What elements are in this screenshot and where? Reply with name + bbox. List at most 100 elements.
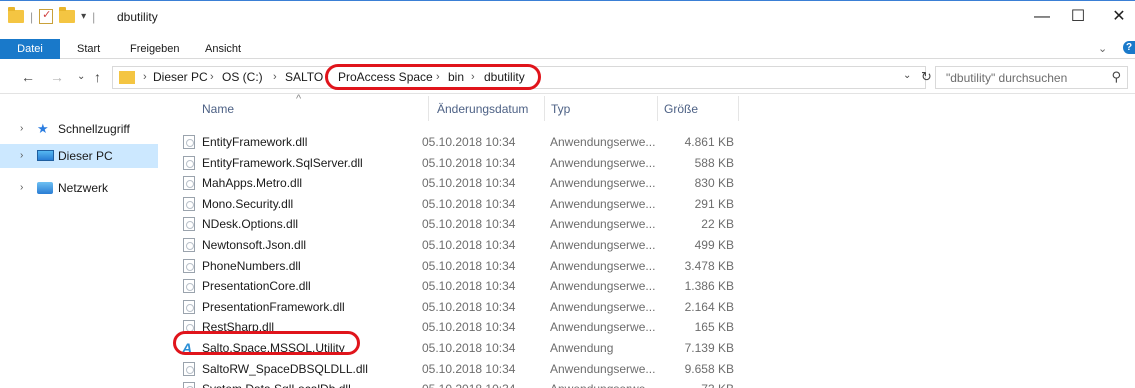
- up-button[interactable]: ↑: [94, 69, 101, 85]
- table-row[interactable]: PresentationFramework.dll 05.10.2018 10:3…: [180, 297, 740, 317]
- annotation-highlight-file: [173, 331, 360, 355]
- computer-icon: [37, 150, 54, 161]
- file-name: Newtonsoft.Json.dll: [202, 238, 307, 252]
- column-header-name[interactable]: Name: [202, 102, 234, 116]
- annotation-highlight-path: [325, 64, 541, 90]
- table-row[interactable]: SaltoRW_SpaceDBSQLDLL.dll 05.10.2018 10:3…: [180, 359, 740, 379]
- file-size: 830 KB: [694, 176, 734, 190]
- file-date: 05.10.2018 10:34: [422, 176, 516, 190]
- file-size: 1.386 KB: [684, 279, 734, 293]
- dll-file-icon: [183, 135, 195, 149]
- dll-file-icon: [183, 156, 195, 170]
- file-name: SaltoRW_SpaceDBSQLDLL.dll: [202, 362, 368, 376]
- address-toolbar: ← → ⌄ ↑ › Dieser PC › OS (C:) › SALTO › …: [0, 60, 1135, 94]
- sidebar-item-label: Schnellzugriff: [58, 122, 130, 136]
- sidebar-item-quick-access[interactable]: › ★ Schnellzugriff: [0, 117, 158, 141]
- file-name: MahApps.Metro.dll: [202, 176, 303, 190]
- sidebar-item-label: Netzwerk: [58, 181, 109, 195]
- table-row[interactable]: Newtonsoft.Json.dll 05.10.2018 10:34 Anwen…: [180, 235, 740, 255]
- title-bar: | ▾ | dbutility — ☐ ✕: [0, 0, 1135, 32]
- table-row[interactable]: PresentationCore.dll 05.10.2018 10:34 Anwe…: [180, 276, 740, 296]
- folder-icon: [8, 7, 24, 23]
- file-name: System.Data.SqlLocalDb.dll: [202, 382, 351, 388]
- close-button[interactable]: ✕: [1096, 1, 1135, 33]
- new-folder-icon[interactable]: [59, 7, 76, 23]
- customize-toolbar-chevron-icon[interactable]: ▾: [81, 11, 86, 22]
- toolbar-separator: |: [92, 9, 96, 24]
- sidebar-item-this-pc[interactable]: › Dieser PC: [0, 144, 158, 168]
- refresh-icon[interactable]: ↻: [921, 69, 932, 85]
- expand-chevron-icon[interactable]: ›: [20, 117, 23, 141]
- dll-file-icon: [183, 382, 195, 388]
- dll-file-icon: [183, 238, 195, 252]
- breadcrumb-separator[interactable]: ›: [273, 70, 277, 85]
- file-date: 05.10.2018 10:34: [422, 279, 516, 293]
- star-icon: ★: [37, 121, 49, 136]
- ribbon-expand-chevron-icon[interactable]: ⌄: [1098, 42, 1107, 55]
- tab-start[interactable]: Start: [68, 39, 109, 59]
- sidebar-item-network[interactable]: › Netzwerk: [0, 176, 158, 200]
- column-header-size[interactable]: Größe: [664, 102, 698, 116]
- back-button[interactable]: ←: [21, 69, 35, 85]
- table-row[interactable]: Mono.Security.dll 05.10.2018 10:34 Anwendu…: [180, 194, 740, 214]
- navigation-pane: › ★ Schnellzugriff › Dieser PC › Netzwer…: [0, 95, 168, 388]
- forward-button[interactable]: →: [50, 69, 64, 85]
- maximize-button[interactable]: ☐: [1055, 1, 1101, 33]
- file-name: EntityFramework.SqlServer.dll: [202, 156, 363, 170]
- recent-locations-chevron-icon[interactable]: ⌄: [77, 71, 85, 82]
- breadcrumb-separator[interactable]: ›: [143, 70, 147, 85]
- file-type: Anwendungserwe...: [550, 259, 656, 273]
- column-header-date[interactable]: Änderungsdatum: [437, 102, 528, 116]
- file-type: Anwendungserwe...: [550, 135, 656, 149]
- tab-share[interactable]: Freigeben: [121, 39, 189, 59]
- help-icon[interactable]: ?: [1123, 41, 1135, 54]
- table-row[interactable]: EntityFramework.dll 05.10.2018 10:34 Anwen…: [180, 132, 740, 152]
- expand-chevron-icon[interactable]: ›: [20, 176, 23, 200]
- column-divider[interactable]: [428, 96, 429, 121]
- dll-file-icon: [183, 279, 195, 293]
- column-divider[interactable]: [657, 96, 658, 121]
- breadcrumb-separator[interactable]: ›: [210, 70, 214, 85]
- file-type: Anwendungserwe...: [550, 279, 656, 293]
- file-type: Anwendungserwe...: [550, 238, 656, 252]
- breadcrumb-drive-c[interactable]: OS (C:): [222, 70, 263, 85]
- file-date: 05.10.2018 10:34: [422, 259, 516, 273]
- search-input[interactable]: "dbutility" durchsuchen ⚲: [935, 66, 1128, 89]
- file-type: Anwendungserwe...: [550, 320, 656, 334]
- dll-file-icon: [183, 176, 195, 190]
- ribbon: Datei Start Freigeben Ansicht ⌄ ?: [0, 32, 1135, 59]
- table-row[interactable]: System.Data.SqlLocalDb.dll 05.10.2018 10:…: [180, 379, 740, 388]
- network-icon: [37, 182, 53, 194]
- file-type: Anwendungserwe...: [550, 300, 656, 314]
- file-type: Anwendungserwe...: [550, 197, 656, 211]
- file-type: Anwendungserwe...: [550, 176, 656, 190]
- file-size: 73 KB: [650, 382, 734, 388]
- breadcrumb-salto[interactable]: SALTO: [285, 70, 323, 85]
- file-size: 9.658 KB: [684, 362, 734, 376]
- sidebar-item-label: Dieser PC: [58, 149, 113, 163]
- column-header-type[interactable]: Typ: [551, 102, 570, 116]
- dll-file-icon: [183, 217, 195, 231]
- file-type: Anwendungserwe...: [550, 362, 656, 376]
- file-date: 05.10.2018 10:34: [422, 341, 516, 355]
- column-divider[interactable]: [738, 96, 739, 121]
- file-size: 22 KB: [701, 217, 734, 231]
- properties-icon[interactable]: [39, 8, 54, 24]
- file-date: 05.10.2018 10:34: [422, 156, 516, 170]
- table-row[interactable]: MahApps.Metro.dll 05.10.2018 10:34 Anwendu…: [180, 173, 740, 193]
- table-row[interactable]: PhoneNumbers.dll 05.10.2018 10:34 Anwendun…: [180, 256, 740, 276]
- breadcrumb-this-pc[interactable]: Dieser PC: [153, 70, 208, 85]
- dll-file-icon: [183, 197, 195, 211]
- file-type: Anwendungserwe...: [550, 382, 655, 388]
- tab-view[interactable]: Ansicht: [196, 39, 250, 59]
- toolbar-separator: |: [30, 9, 34, 24]
- expand-chevron-icon[interactable]: ›: [20, 144, 23, 168]
- file-date: 05.10.2018 10:34: [422, 300, 516, 314]
- search-icon[interactable]: ⚲: [1111, 69, 1121, 85]
- table-row[interactable]: EntityFramework.SqlServer.dll 05.10.2018 …: [180, 153, 740, 173]
- tab-file[interactable]: Datei: [0, 39, 60, 59]
- file-date: 05.10.2018 10:34: [422, 135, 516, 149]
- address-history-chevron-icon[interactable]: ⌄: [903, 70, 911, 81]
- column-divider[interactable]: [544, 96, 545, 121]
- table-row[interactable]: NDesk.Options.dll 05.10.2018 10:34 Anwendu…: [180, 214, 740, 234]
